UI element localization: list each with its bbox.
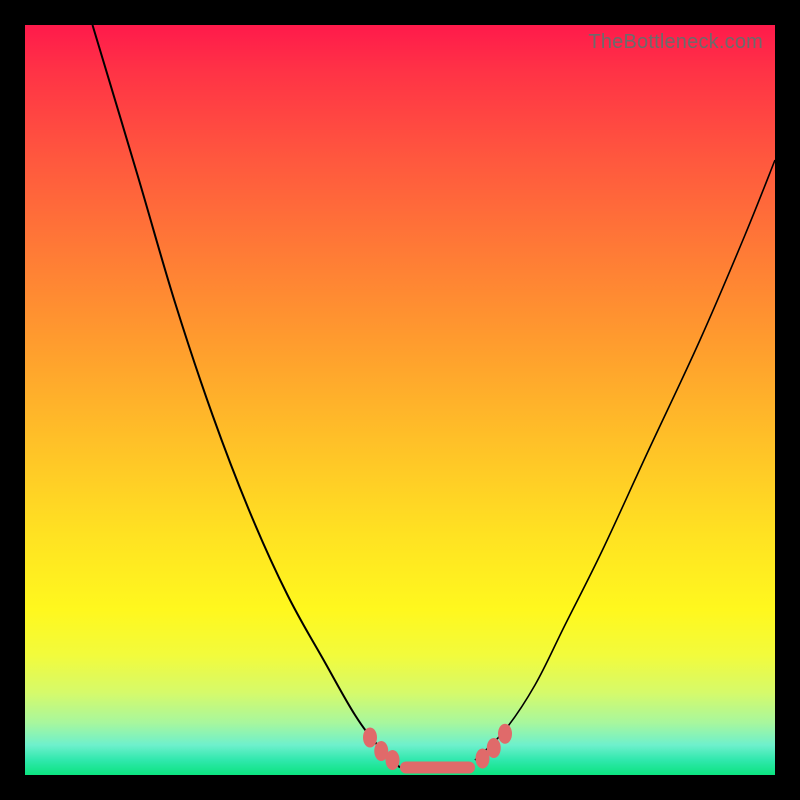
right-curve [475, 160, 775, 760]
plot-area: TheBottleneck.com [25, 25, 775, 775]
marker-dot [386, 750, 400, 770]
marker-dot [363, 728, 377, 748]
left-curve [93, 25, 401, 768]
marker-dot [498, 724, 512, 744]
chart-svg [25, 25, 775, 775]
flat-bottom-pill [400, 762, 475, 774]
marker-dot [487, 738, 501, 758]
chart-frame: TheBottleneck.com [0, 0, 800, 800]
